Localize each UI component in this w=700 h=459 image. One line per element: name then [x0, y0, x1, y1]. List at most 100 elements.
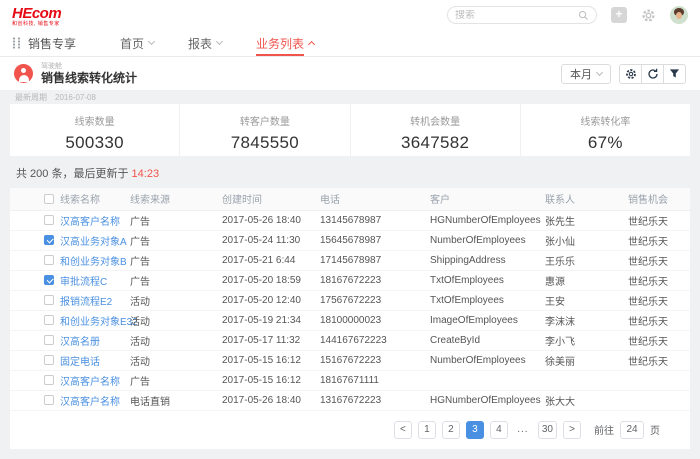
pagination-page-4[interactable]: 4 [490, 421, 508, 439]
pagination-page-2[interactable]: 2 [442, 421, 460, 439]
column-created-time: 创建时间 [222, 188, 320, 210]
lead-name-link[interactable]: 汉高名册 [60, 337, 100, 348]
lead-name-link[interactable]: 审批流程C [60, 277, 107, 288]
row-checkbox[interactable] [44, 275, 54, 285]
lead-name-link[interactable]: 汉高业务对象A [60, 237, 127, 248]
cell-created-time: 2017-05-19 21:34 [222, 310, 320, 330]
lead-name-link[interactable]: 汉高客户名称 [60, 397, 120, 408]
refresh-icon [647, 68, 659, 80]
cell-phone: 17567672223 [320, 290, 430, 310]
dashboard-person-icon [14, 64, 33, 83]
column-phone: 电话 [320, 188, 430, 210]
avatar [670, 6, 688, 24]
stat-value: 7845550 [180, 133, 349, 153]
table-row: 报销流程E2 活动 2017-05-20 12:40 17567672223 T… [10, 290, 690, 310]
workspace-label: 销售专享 [28, 35, 76, 52]
row-checkbox[interactable] [44, 395, 54, 405]
tab-reports[interactable]: 报表 [188, 30, 222, 56]
tab-business-list[interactable]: 业务列表 [256, 30, 314, 56]
pagination: < 1234...30 > 前往 页 [10, 411, 690, 449]
search-input[interactable] [455, 10, 578, 21]
cell-phone: 13167672223 [320, 390, 430, 410]
cell-checkbox [10, 310, 60, 330]
stat-label: 转机会数量 [351, 113, 520, 128]
refresh-button[interactable] [641, 64, 664, 84]
pagination-more[interactable]: ... [514, 421, 532, 439]
table-row: 和创业务对象B 广告 2017-05-21 6:44 17145678987 S… [10, 250, 690, 270]
pagination-prev-button[interactable]: < [394, 421, 412, 439]
column-lead-source: 线索来源 [130, 188, 222, 210]
cell-lead-name: 和创业务对象E32 [60, 310, 130, 330]
chevron-down-icon [596, 68, 603, 75]
cell-customer: HGNumberOfEmployees [430, 210, 545, 230]
row-checkbox[interactable] [44, 355, 54, 365]
cell-phone: 15645678987 [320, 230, 430, 250]
section-category: 驾驶舱 [41, 63, 137, 70]
table-row: 和创业务对象E32 活动 2017-05-19 21:34 1810000002… [10, 310, 690, 330]
search-box[interactable] [447, 6, 597, 24]
period-select[interactable]: 本月 [561, 64, 611, 84]
updated-time: 14:23 [132, 168, 160, 180]
cell-created-time: 2017-05-21 6:44 [222, 250, 320, 270]
row-checkbox[interactable] [44, 315, 54, 325]
list-meta: 共 200 条，最后更新于 14:23 [0, 156, 700, 188]
row-checkbox[interactable] [44, 215, 54, 225]
cell-opportunity: 世纪乐天 [628, 210, 690, 230]
cell-phone: 15167672223 [320, 350, 430, 370]
tab-home[interactable]: 首页 [120, 30, 154, 56]
chevron-up-icon [308, 41, 315, 48]
stats-card: 线索数量 500330 转客户数量 7845550 转机会数量 3647582 … [10, 104, 690, 156]
lead-name-link[interactable]: 汉高客户名称 [60, 377, 120, 388]
cell-phone: 18100000023 [320, 310, 430, 330]
cell-lead-source: 电话直销 [130, 390, 222, 410]
cell-phone: 144167672223 [320, 330, 430, 350]
cell-lead-source: 广告 [130, 250, 222, 270]
stat-label: 线索转化率 [521, 113, 690, 128]
filter-button[interactable] [663, 64, 686, 84]
cell-created-time: 2017-05-20 12:40 [222, 290, 320, 310]
column-customer: 客户 [430, 188, 545, 210]
tab-business-list-label: 业务列表 [256, 35, 304, 52]
stat-value: 3647582 [351, 133, 520, 153]
settings-button[interactable] [641, 8, 656, 23]
table-row: 汉高业务对象A 广告 2017-05-24 11:30 15645678987 … [10, 230, 690, 250]
pagination-page-1[interactable]: 1 [418, 421, 436, 439]
pagination-page-30[interactable]: 30 [538, 421, 557, 439]
search-icon[interactable] [578, 10, 589, 21]
row-checkbox[interactable] [44, 375, 54, 385]
lead-name-link[interactable]: 和创业务对象E32 [60, 317, 138, 328]
settings-button[interactable] [619, 64, 642, 84]
cell-opportunity: 世纪乐天 [628, 350, 690, 370]
tab-home-label: 首页 [120, 35, 144, 52]
cell-contact: 张先生 [545, 210, 628, 230]
user-avatar[interactable] [670, 6, 688, 24]
logo-tagline: 和创科技, 销售专家 [12, 22, 61, 27]
cell-checkbox [10, 390, 60, 410]
pagination-page-3[interactable]: 3 [466, 421, 484, 439]
cell-opportunity: 世纪乐天 [628, 270, 690, 290]
cell-checkbox [10, 350, 60, 370]
lead-name-link[interactable]: 固定电话 [60, 357, 100, 368]
filter-icon [669, 68, 680, 79]
cell-customer: HGNumberOfEmployees [430, 390, 545, 410]
lead-name-link[interactable]: 汉高客户名称 [60, 217, 120, 228]
row-checkbox[interactable] [44, 235, 54, 245]
cell-opportunity: 世纪乐天 [628, 310, 690, 330]
row-checkbox[interactable] [44, 295, 54, 305]
apps-grid-icon[interactable] [12, 37, 21, 49]
settings-icon [625, 68, 637, 80]
lead-name-link[interactable]: 和创业务对象B [60, 257, 127, 268]
select-all-checkbox[interactable] [44, 194, 54, 204]
cell-customer: CreateById [430, 330, 545, 350]
row-checkbox[interactable] [44, 255, 54, 265]
cell-lead-name: 汉高客户名称 [60, 370, 130, 390]
add-button[interactable]: + [611, 7, 627, 23]
row-checkbox[interactable] [44, 335, 54, 345]
tab-reports-label: 报表 [188, 35, 212, 52]
lead-name-link[interactable]: 报销流程E2 [60, 297, 112, 308]
cell-checkbox [10, 290, 60, 310]
cell-lead-source: 广告 [130, 210, 222, 230]
goto-page-input[interactable] [620, 421, 644, 439]
pagination-next-button[interactable]: > [563, 421, 581, 439]
table-body: 汉高客户名称 广告 2017-05-26 18:40 13145678987 H… [10, 210, 690, 410]
